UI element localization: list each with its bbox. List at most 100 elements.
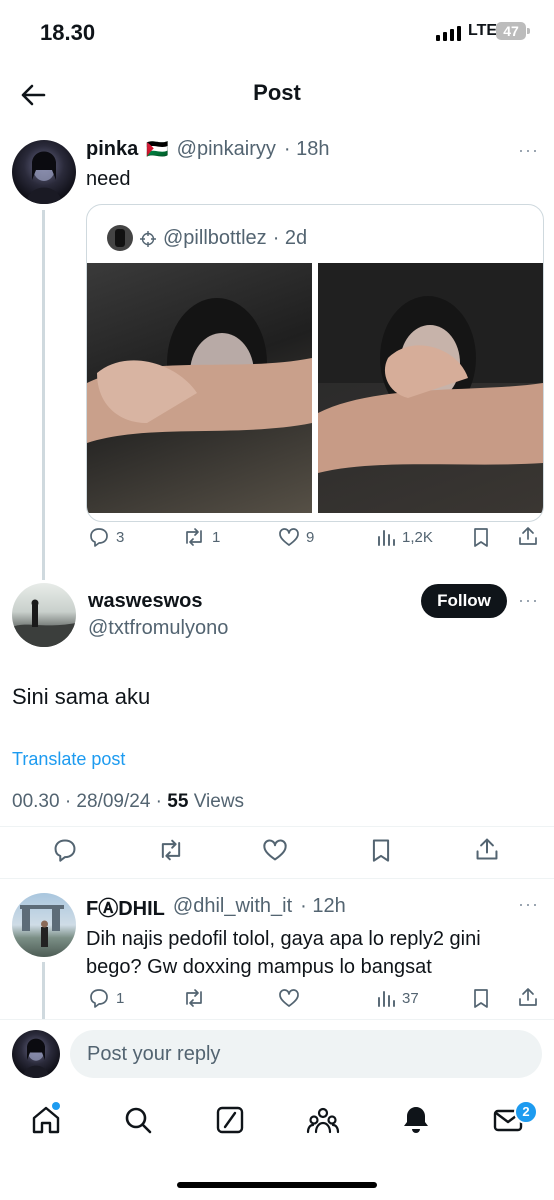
author-handle[interactable]: @txtfromulyono: [88, 617, 228, 640]
tab-notifications[interactable]: [400, 1104, 432, 1141]
divider: [0, 878, 554, 879]
status-time: 18.30: [40, 20, 96, 45]
repost-button[interactable]: [157, 837, 185, 868]
tab-communities[interactable]: [306, 1104, 340, 1141]
share-icon: [519, 527, 537, 545]
bookmark-icon: [474, 528, 488, 547]
author-name[interactable]: FⒶDHIL: [86, 892, 165, 921]
post-text: need: [86, 168, 131, 190]
quote-image-1[interactable]: [87, 263, 312, 513]
status-bar: 18.30 LTE 47: [0, 0, 554, 66]
post-time: · 18h: [283, 138, 330, 160]
avatar-image: [12, 599, 76, 647]
analytics-icon: [378, 530, 395, 546]
heart-icon: [279, 528, 299, 546]
reply-button[interactable]: [52, 837, 78, 868]
home-indicator: [177, 1182, 377, 1188]
more-options-icon[interactable]: ···: [518, 590, 539, 611]
communities-icon: [306, 1107, 340, 1134]
views-button[interactable]: 1,2K: [376, 526, 433, 548]
reply-text-line: bego? Gw doxxing mampus lo bangsat: [86, 956, 432, 978]
search-icon: [125, 1107, 152, 1134]
share-icon: [476, 838, 498, 860]
crosshair-icon: [140, 230, 156, 247]
share-button[interactable]: [474, 836, 500, 867]
network-label: LTE: [468, 22, 498, 39]
messages-badge: 2: [514, 1100, 538, 1124]
palestine-flag-icon: 🇵🇸: [146, 139, 169, 159]
bookmark-button[interactable]: [470, 987, 492, 1014]
views-button[interactable]: 37: [376, 987, 419, 1009]
comment-icon: [54, 839, 76, 862]
share-button[interactable]: [517, 525, 539, 552]
author-name[interactable]: wasweswos: [88, 590, 203, 613]
reply-avatar[interactable]: [12, 893, 76, 957]
avatar-image: [20, 905, 64, 947]
tab-messages[interactable]: 2: [492, 1100, 538, 1141]
reply-button[interactable]: 1: [88, 987, 124, 1009]
tab-bar: 2: [0, 1094, 554, 1154]
repost-icon: [186, 989, 202, 1007]
bookmark-button[interactable]: [368, 837, 394, 868]
main-avatar[interactable]: [12, 583, 76, 647]
avatar-image: [22, 1038, 50, 1078]
bookmark-icon: [474, 989, 488, 1008]
repost-button[interactable]: [182, 987, 206, 1009]
post-header: pinka 🇵🇸 @pinkairyy · 18h: [86, 138, 329, 161]
avatar-image: [26, 151, 62, 204]
quote-image-2[interactable]: [318, 263, 543, 513]
comment-icon: [90, 528, 108, 547]
divider: [0, 1019, 554, 1020]
more-options-icon[interactable]: ···: [518, 894, 539, 915]
post-meta: 00.30 · 28/09/24 · 55 Views: [12, 791, 244, 813]
more-options-icon[interactable]: ···: [518, 140, 539, 161]
reply-count: 3: [116, 528, 125, 546]
avatar[interactable]: [12, 140, 76, 204]
thread-line: [42, 962, 45, 1020]
heart-icon: [263, 839, 287, 861]
author-name[interactable]: pinka: [86, 138, 138, 161]
reply-count: 1: [116, 989, 125, 1007]
bell-icon: [404, 1107, 428, 1133]
reply-button[interactable]: 3: [88, 526, 124, 548]
tab-grok[interactable]: [214, 1104, 246, 1141]
quoted-post[interactable]: @pillbottlez · 2d: [86, 204, 544, 522]
home-notification-dot: [52, 1102, 60, 1110]
page-title: Post: [253, 80, 301, 105]
repost-icon: [186, 528, 202, 546]
quote-header: @pillbottlez · 2d: [139, 227, 307, 250]
author-handle[interactable]: @dhil_with_it: [173, 895, 292, 918]
like-button[interactable]: [262, 837, 288, 868]
grok-icon: [216, 1106, 244, 1134]
share-icon: [519, 988, 537, 1006]
bookmark-button[interactable]: [470, 526, 492, 553]
share-button[interactable]: [517, 986, 539, 1013]
quote-avatar: [107, 225, 133, 251]
views-label: Views: [188, 791, 245, 812]
like-button[interactable]: [278, 987, 300, 1009]
composer-avatar: [12, 1030, 60, 1078]
repost-icon: [161, 839, 181, 861]
reply-input[interactable]: Post your reply: [70, 1030, 542, 1078]
post-text: Sini sama aku: [12, 684, 151, 709]
like-button[interactable]: 9: [278, 526, 314, 548]
repost-count: 1: [212, 528, 221, 546]
heart-icon: [279, 989, 299, 1007]
views-count: 55: [167, 791, 189, 812]
signal-icon: [436, 26, 461, 41]
quote-handle: @pillbottlez: [163, 227, 267, 249]
repost-button[interactable]: 1: [182, 526, 220, 548]
views-count: 1,2K: [402, 528, 433, 546]
analytics-icon: [378, 991, 395, 1007]
tab-search[interactable]: [122, 1104, 154, 1141]
like-count: 9: [306, 528, 315, 546]
reply-text: Dih najis pedofil tolol, gaya apa lo rep…: [86, 925, 481, 981]
bookmark-icon: [372, 839, 390, 862]
translate-link[interactable]: Translate post: [12, 749, 125, 770]
author-handle[interactable]: @pinkairyy: [177, 138, 276, 161]
quote-time: · 2d: [272, 227, 308, 249]
battery-icon: 47: [496, 22, 530, 40]
reply-text-line: Dih najis pedofil tolol, gaya apa lo rep…: [86, 928, 481, 950]
tab-home[interactable]: [30, 1102, 62, 1141]
follow-button[interactable]: Follow: [421, 584, 507, 618]
